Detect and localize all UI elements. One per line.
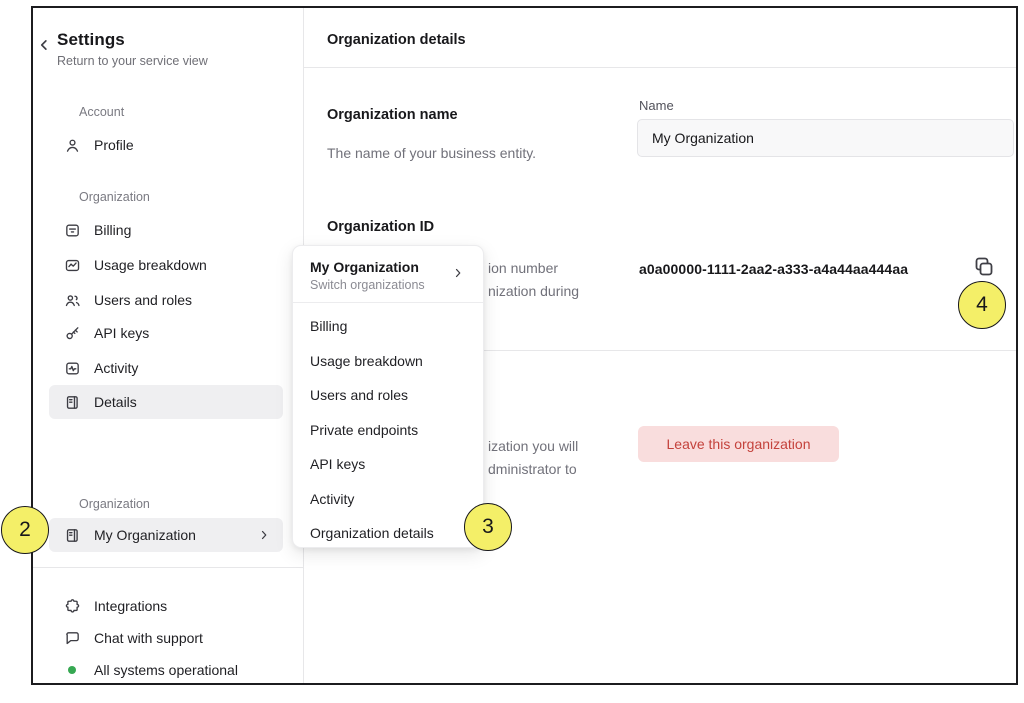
organization-icon [64, 527, 81, 544]
menu-item-billing[interactable]: Billing [293, 309, 483, 344]
sidebar-header: Settings Return to your service view [57, 30, 208, 68]
chevron-right-icon [451, 266, 465, 280]
annotation-badge-3: 3 [464, 503, 512, 551]
menu-item-private-endpoints[interactable]: Private endpoints [293, 413, 483, 448]
sidebar-item-billing[interactable]: Billing [49, 213, 283, 247]
sidebar-item-details[interactable]: Details [49, 385, 283, 419]
sidebar-item-users-and-roles[interactable]: Users and roles [49, 283, 283, 317]
account-section-label: Account [79, 105, 124, 119]
sidebar-item-label: Activity [94, 360, 138, 376]
sidebar-item-activity[interactable]: Activity [49, 351, 283, 385]
app-window: Settings Return to your service view Acc… [31, 6, 1018, 685]
page-title: Settings [57, 30, 208, 50]
sidebar-item-label: Profile [94, 137, 134, 153]
sidebar-item-profile[interactable]: Profile [49, 128, 283, 162]
dropdown-subtitle: Switch organizations [310, 278, 467, 292]
sidebar-item-label: Usage breakdown [94, 257, 207, 273]
sidebar-item-label: My Organization [94, 527, 196, 543]
org-name-heading: Organization name [327, 107, 458, 123]
org-id-description-fragment: ion number [488, 260, 558, 276]
chat-bubble-icon [64, 630, 81, 647]
header-divider [304, 67, 1016, 68]
sidebar-divider [33, 567, 304, 568]
menu-item-organization-details[interactable]: Organization details [293, 516, 483, 551]
back-chevron-icon[interactable] [35, 36, 53, 54]
status-green-dot [68, 666, 76, 674]
person-icon [64, 137, 81, 154]
settings-sidebar: Settings Return to your service view Acc… [33, 8, 304, 683]
sidebar-item-system-status[interactable]: All systems operational [49, 653, 283, 687]
organization-name-input[interactable] [637, 119, 1014, 157]
organization-switcher-label: Organization [79, 497, 150, 511]
leave-description-fragment: dministrator to [488, 461, 577, 477]
menu-item-activity[interactable]: Activity [293, 482, 483, 517]
sidebar-item-label: Billing [94, 222, 131, 238]
content-title: Organization details [327, 32, 466, 48]
key-icon [64, 325, 81, 342]
copy-icon[interactable] [972, 255, 996, 279]
billing-icon [64, 222, 81, 239]
sidebar-item-integrations[interactable]: Integrations [49, 589, 283, 623]
status-text: All systems operational [94, 662, 238, 678]
dropdown-title: My Organization [310, 259, 467, 275]
puzzle-icon [64, 598, 81, 615]
sidebar-item-my-organization[interactable]: My Organization [49, 518, 283, 552]
sidebar-item-chat-support[interactable]: Chat with support [49, 621, 283, 655]
users-icon [64, 292, 81, 309]
chevron-right-icon [257, 528, 271, 542]
annotation-badge-2: 2 [1, 506, 49, 554]
organization-dropdown-menu: My Organization Switch organizations Bil… [292, 245, 484, 548]
org-name-description: The name of your business entity. [327, 145, 536, 161]
annotation-badge-4: 4 [958, 281, 1006, 329]
menu-item-api-keys[interactable]: API keys [293, 447, 483, 482]
return-to-service-link[interactable]: Return to your service view [57, 54, 208, 68]
activity-icon [64, 360, 81, 377]
menu-item-users-and-roles[interactable]: Users and roles [293, 378, 483, 413]
dropdown-header[interactable]: My Organization Switch organizations [293, 246, 483, 302]
organization-id-value: a0a00000-1111-2aa2-a333-a4a44aa444aa [639, 261, 908, 277]
leave-description-fragment: ization you will [488, 438, 578, 454]
leave-organization-button[interactable]: Leave this organization [638, 426, 839, 462]
sidebar-item-api-keys[interactable]: API keys [49, 316, 283, 350]
usage-chart-icon [64, 257, 81, 274]
sidebar-item-label: Users and roles [94, 292, 192, 308]
organization-section-label: Organization [79, 190, 150, 204]
menu-item-usage-breakdown[interactable]: Usage breakdown [293, 344, 483, 379]
sidebar-item-label: API keys [94, 325, 149, 341]
sidebar-item-label: Integrations [94, 598, 167, 614]
sidebar-item-label: Chat with support [94, 630, 203, 646]
sidebar-item-usage-breakdown[interactable]: Usage breakdown [49, 248, 283, 282]
org-id-heading: Organization ID [327, 219, 434, 235]
org-id-description-fragment: nization during [488, 283, 579, 299]
ledger-icon [64, 394, 81, 411]
sidebar-item-label: Details [94, 394, 137, 410]
name-field-label: Name [639, 98, 674, 113]
